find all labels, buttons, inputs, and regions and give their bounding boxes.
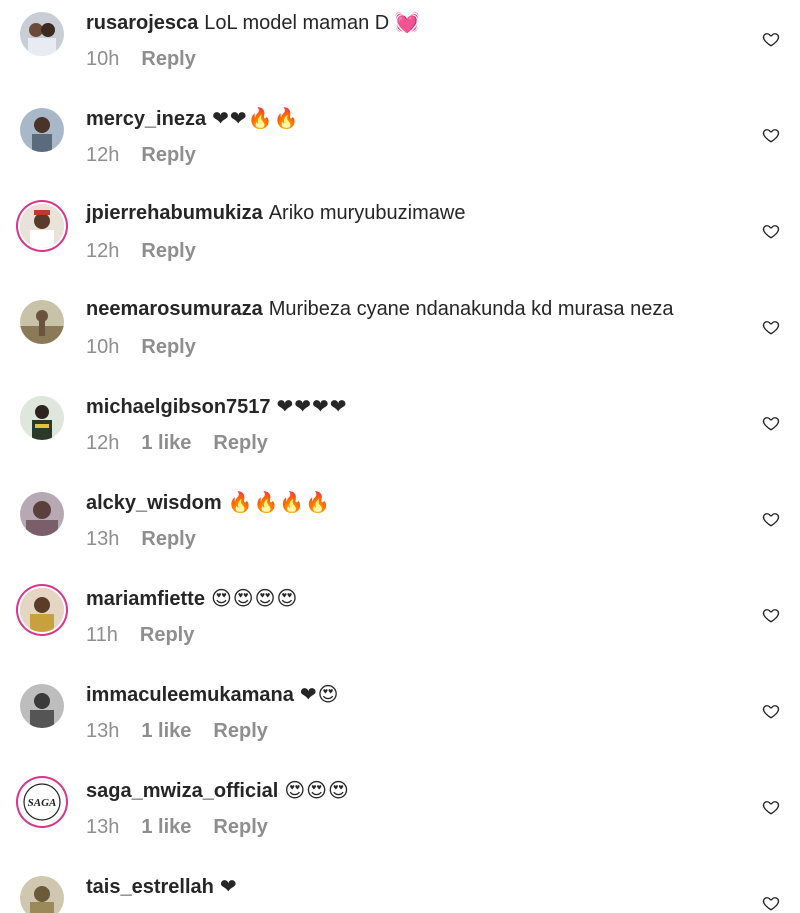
- comment-item: mercy_ineza ❤❤🔥🔥 12h Reply: [0, 96, 800, 192]
- comment-emoji: ❤😍: [299, 682, 340, 706]
- username[interactable]: mercy_ineza: [86, 108, 206, 130]
- timestamp: 12h: [86, 240, 120, 262]
- heart-outline-icon[interactable]: [762, 510, 780, 528]
- like-count[interactable]: 1 like: [141, 432, 191, 454]
- comment-meta: 13h 1 like Reply: [86, 816, 290, 839]
- avatar-badge-text: SAGA: [28, 797, 57, 809]
- comment-meta: 10h Reply: [86, 48, 218, 71]
- comment-meta: 12h Reply: [86, 240, 218, 263]
- comment-item: neemarosumuraza Muribeza cyane ndanakunda…: [0, 288, 800, 384]
- timestamp: 13h: [86, 816, 120, 838]
- comment-item: mariamfiette 😍😍😍😍 11h Reply: [0, 576, 800, 672]
- heart-outline-icon[interactable]: [762, 894, 780, 912]
- heart-outline-icon[interactable]: [762, 126, 780, 144]
- username[interactable]: immaculeemukamana: [86, 684, 294, 706]
- comment-line: rusarojesca LoL model maman D 💓: [86, 10, 421, 35]
- reply-button[interactable]: Reply: [141, 336, 195, 358]
- timestamp: 12h: [86, 432, 120, 454]
- like-count[interactable]: 1 like: [141, 720, 191, 742]
- username[interactable]: jpierrehabumukiza: [86, 202, 263, 224]
- heart-outline-icon[interactable]: [762, 606, 780, 624]
- reply-button[interactable]: Reply: [213, 720, 267, 742]
- avatar[interactable]: [20, 492, 64, 536]
- username[interactable]: neemarosumuraza: [86, 298, 263, 320]
- comment-text: LoL model maman D: [204, 12, 390, 34]
- comment-line: immaculeemukamana ❤😍: [86, 682, 340, 707]
- timestamp: 11h: [86, 624, 118, 646]
- comment-emoji: ❤❤🔥🔥: [212, 106, 300, 130]
- heart-outline-icon[interactable]: [762, 30, 780, 48]
- like-count[interactable]: 1 like: [141, 816, 191, 838]
- comment-emoji: ❤: [219, 874, 238, 898]
- username[interactable]: alcky_wisdom: [86, 492, 222, 514]
- avatar[interactable]: [20, 12, 64, 56]
- username[interactable]: rusarojesca: [86, 12, 198, 34]
- comment-item: alcky_wisdom 🔥🔥🔥🔥 13h Reply: [0, 480, 800, 576]
- comment-line: saga_mwiza_official 😍😍😍: [86, 778, 350, 803]
- reply-button[interactable]: Reply: [213, 432, 267, 454]
- heart-outline-icon[interactable]: [762, 702, 780, 720]
- reply-button[interactable]: Reply: [141, 48, 195, 70]
- comment-line: tais_estrellah ❤: [86, 874, 238, 899]
- comment-meta: 13h Reply: [86, 528, 218, 551]
- comment-text: Muribeza cyane ndanakunda kd murasa neza: [268, 298, 674, 320]
- comment-item: michaelgibson7517 ❤❤❤❤ 12h 1 like Reply: [0, 384, 800, 480]
- avatar[interactable]: [20, 204, 64, 248]
- timestamp: 13h: [86, 528, 120, 550]
- avatar[interactable]: [20, 108, 64, 152]
- comment-meta: 12h Reply: [86, 144, 218, 167]
- comment-item: tais_estrellah ❤: [0, 864, 800, 913]
- timestamp: 12h: [86, 144, 120, 166]
- comment-emoji: 🔥🔥🔥🔥: [227, 490, 332, 514]
- avatar[interactable]: [20, 396, 64, 440]
- comment-line: mercy_ineza ❤❤🔥🔥: [86, 106, 299, 131]
- heart-outline-icon[interactable]: [762, 318, 780, 336]
- timestamp: 10h: [86, 48, 120, 70]
- reply-button[interactable]: Reply: [141, 528, 195, 550]
- avatar[interactable]: SAGA: [20, 780, 64, 824]
- comment-meta: 10h Reply: [86, 336, 218, 359]
- timestamp: 13h: [86, 720, 120, 742]
- comment-line: michaelgibson7517 ❤❤❤❤: [86, 394, 348, 419]
- heart-outline-icon[interactable]: [762, 414, 780, 432]
- reply-button[interactable]: Reply: [141, 144, 195, 166]
- comment-item: rusarojesca LoL model maman D 💓 10h Reply: [0, 0, 800, 96]
- comment-emoji: 😍😍😍: [284, 778, 350, 802]
- avatar[interactable]: [20, 684, 64, 728]
- comment-line: neemarosumuraza Muribeza cyane ndanakunda…: [86, 298, 673, 321]
- comment-emoji: 💓: [394, 10, 421, 34]
- timestamp: 10h: [86, 336, 120, 358]
- comment-item: jpierrehabumukiza Ariko muryubuzimawe 12h…: [0, 192, 800, 288]
- comment-emoji: ❤❤❤❤: [276, 394, 348, 418]
- reply-button[interactable]: Reply: [140, 624, 194, 646]
- username[interactable]: saga_mwiza_official: [86, 780, 278, 802]
- comment-line: alcky_wisdom 🔥🔥🔥🔥: [86, 490, 331, 515]
- comment-meta: 12h 1 like Reply: [86, 432, 290, 455]
- avatar[interactable]: [20, 876, 64, 913]
- heart-outline-icon[interactable]: [762, 798, 780, 816]
- username[interactable]: michaelgibson7517: [86, 396, 271, 418]
- username[interactable]: mariamfiette: [86, 588, 205, 610]
- comment-emoji: 😍😍😍😍: [210, 586, 299, 610]
- avatar[interactable]: [20, 588, 64, 632]
- username[interactable]: tais_estrellah: [86, 876, 214, 898]
- reply-button[interactable]: Reply: [213, 816, 267, 838]
- heart-outline-icon[interactable]: [762, 222, 780, 240]
- avatar[interactable]: [20, 300, 64, 344]
- comment-text: Ariko muryubuzimawe: [268, 202, 466, 224]
- reply-button[interactable]: Reply: [141, 240, 195, 262]
- comment-item: immaculeemukamana ❤😍 13h 1 like Reply: [0, 672, 800, 768]
- comment-meta: 13h 1 like Reply: [86, 720, 290, 743]
- comment-line: mariamfiette 😍😍😍😍: [86, 586, 298, 611]
- comment-item: SAGA saga_mwiza_official 😍😍😍 13h 1 like Rep…: [0, 768, 800, 864]
- comment-line: jpierrehabumukiza Ariko muryubuzimawe: [86, 202, 465, 225]
- comment-meta: 11h Reply: [86, 624, 216, 647]
